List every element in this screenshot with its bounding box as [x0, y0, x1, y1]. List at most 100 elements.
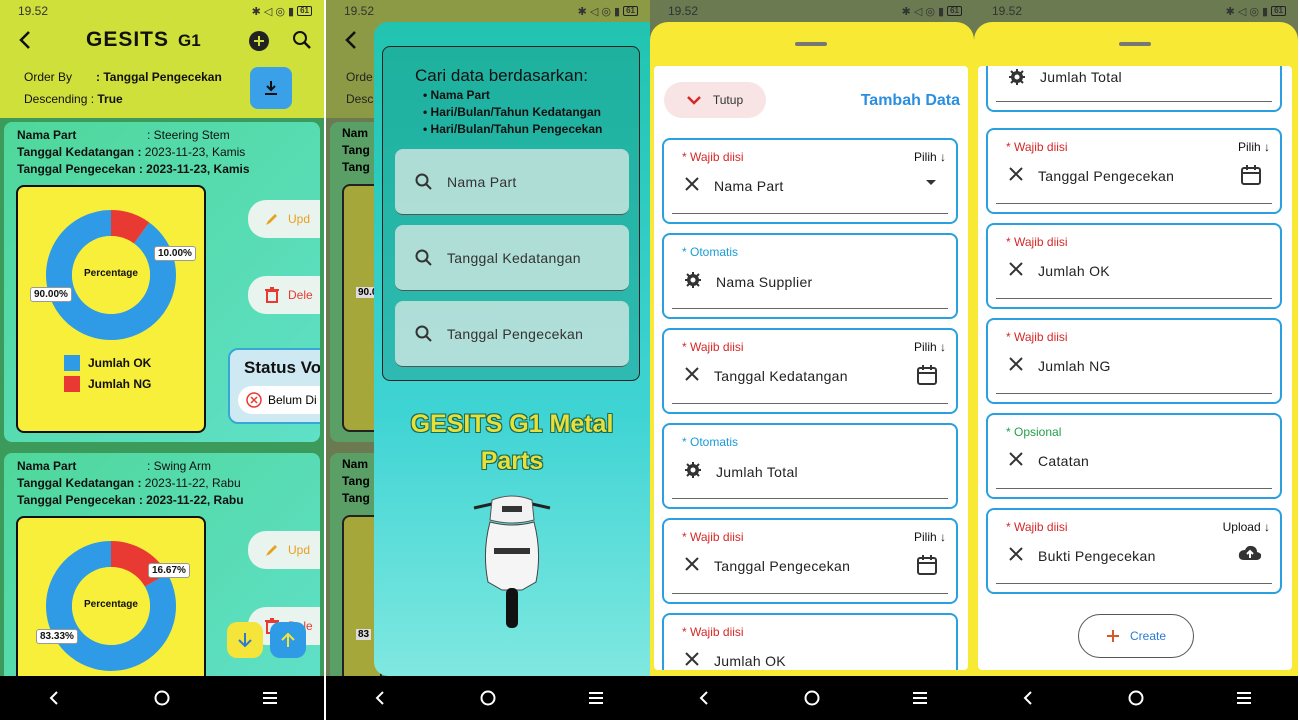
nav-back-button[interactable] [360, 678, 400, 718]
download-button[interactable] [250, 67, 292, 109]
clear-button[interactable] [1008, 451, 1024, 470]
form-field-jumlah-ng[interactable]: * Wajib diisi Jumlah NG [986, 318, 1282, 404]
calendar-icon [917, 555, 937, 575]
filter-panel: Cari data berdasarkan: • Nama Part • Har… [382, 46, 640, 381]
percentage-chart: Percentage 83.33% 16.67% [16, 516, 206, 676]
nav-home-button[interactable] [142, 678, 182, 718]
form-field-tanggal-pengecekan[interactable]: * Wajib diisi Pilih ↓ Tanggal Pengecekan [662, 518, 958, 604]
search-check-input[interactable]: Tanggal Pengecekan [395, 301, 629, 367]
nav-back-button[interactable] [34, 678, 74, 718]
field-label: Jumlah Total [716, 463, 798, 480]
delete-button[interactable]: Dele [248, 276, 320, 314]
brand-title: Parts [480, 447, 544, 475]
ng-swatch [64, 376, 80, 392]
back-button[interactable] [340, 28, 364, 57]
clear-button[interactable] [1008, 166, 1024, 185]
trash-icon [265, 287, 279, 303]
calendar-icon [917, 365, 937, 385]
circle-home-icon [154, 690, 170, 706]
form-field-jumlah-ok[interactable]: * Wajib diisi Jumlah OK [986, 223, 1282, 309]
field-label: Catatan [1038, 452, 1090, 469]
update-button[interactable]: Upd [248, 200, 320, 238]
field-trailing-button[interactable] [1238, 544, 1262, 567]
scroll-down-button[interactable] [227, 622, 263, 658]
close-button[interactable]: Tutup [664, 82, 766, 118]
status-chip: Belum Di [238, 386, 320, 414]
part-card[interactable]: Nama Part: Steering Stem Tanggal Kedatan… [4, 122, 320, 442]
dimmed-text: Orde [346, 70, 373, 84]
arrival-label: Tanggal Kedatangan : [17, 145, 142, 159]
close-icon [1009, 357, 1023, 371]
add-button[interactable] [249, 31, 269, 51]
nav-back-button[interactable] [684, 678, 724, 718]
form-field-tanggal-pengecekan[interactable]: * Wajib diisi Pilih ↓ Tanggal Pengecekan [986, 128, 1282, 214]
clear-button[interactable] [1008, 261, 1024, 280]
form-field-nama-part[interactable]: * Wajib diisi Pilih ↓ Nama Part [662, 138, 958, 224]
search-button[interactable] [292, 30, 312, 55]
field-action-label[interactable]: Pilih ↓ [914, 150, 946, 164]
clear-button[interactable] [684, 176, 700, 195]
nav-back-button[interactable] [1008, 678, 1048, 718]
chevron-left-icon [49, 691, 58, 705]
plus-icon [1106, 630, 1119, 642]
field-trailing-button[interactable] [1240, 164, 1262, 191]
field-action-label[interactable]: Pilih ↓ [914, 340, 946, 354]
app-subtitle: G1 [178, 31, 201, 50]
nav-home-button[interactable] [792, 678, 832, 718]
arrow-down-icon [238, 633, 252, 648]
form-field-tanggal-kedatangan[interactable]: * Wajib diisi Pilih ↓ Tanggal Kedatangan [662, 328, 958, 414]
field-requirement-tag: * Wajib diisi [1006, 140, 1068, 154]
clear-button[interactable] [1008, 356, 1024, 375]
auto-icon [684, 461, 702, 482]
chevron-left-icon [375, 691, 384, 705]
update-button[interactable]: Upd [248, 531, 320, 569]
menu-icon [589, 692, 603, 704]
scroll-up-button[interactable] [270, 622, 306, 658]
field-label: Bukti Pengecekan [1038, 547, 1156, 564]
clear-button[interactable] [684, 651, 700, 670]
search-part-input[interactable]: Nama Part [395, 149, 629, 215]
form-field-jumlah-total[interactable]: * Otomatis Jumlah Total [662, 423, 958, 509]
form-field-catatan[interactable]: * Opsional Catatan [986, 413, 1282, 499]
nav-recents-button[interactable] [900, 678, 940, 718]
drag-handle[interactable] [1119, 42, 1151, 46]
circle-home-icon [1128, 690, 1144, 706]
close-icon [1009, 452, 1023, 466]
back-button[interactable] [14, 28, 38, 52]
order-by-row: Order By: Tanggal Pengecekan [24, 70, 222, 84]
field-action-label[interactable]: Upload ↓ [1223, 520, 1270, 534]
nav-home-button[interactable] [1116, 678, 1156, 718]
nav-home-button[interactable] [468, 678, 508, 718]
arrow-left-icon [345, 31, 356, 49]
clear-button[interactable] [684, 366, 700, 385]
clear-button[interactable] [1008, 546, 1024, 565]
drag-handle[interactable] [795, 42, 827, 46]
nav-recents-button[interactable] [576, 678, 616, 718]
field-trailing-button[interactable] [916, 554, 938, 581]
dropdown-arrow-icon [926, 180, 936, 185]
nav-recents-button[interactable] [250, 678, 290, 718]
search-arrival-input[interactable]: Tanggal Kedatangan [395, 225, 629, 291]
form-field-bukti-pengecekan[interactable]: * Wajib diisi Upload ↓ Bukti Pengecekan [986, 508, 1282, 594]
field-underline [672, 593, 948, 594]
field-action-label[interactable]: Pilih ↓ [1238, 140, 1270, 154]
nav-recents-button[interactable] [1224, 678, 1264, 718]
field-requirement-tag: * Wajib diisi [1006, 330, 1068, 344]
field-underline [996, 298, 1272, 299]
list-screen: 19.52 ✱ ◁ ◎ ▮ 61 GESITS G1 Order By: Tan… [0, 0, 324, 720]
battery-icon: 61 [1271, 6, 1286, 16]
clear-button[interactable] [684, 556, 700, 575]
part-value: : Swing Arm [147, 459, 212, 473]
field-action-label[interactable]: Pilih ↓ [914, 530, 946, 544]
create-button[interactable]: Create [1078, 614, 1194, 658]
field-trailing-button[interactable] [924, 174, 938, 192]
form-field-nama-supplier[interactable]: * Otomatis Nama Supplier [662, 233, 958, 319]
field-requirement-tag: * Otomatis [682, 245, 739, 259]
form-field-jumlah-ok[interactable]: * Wajib diisi Jumlah OK [662, 613, 958, 670]
clock: 19.52 [668, 4, 699, 18]
donut-chart [46, 210, 176, 340]
field-trailing-button[interactable] [916, 364, 938, 391]
close-icon [1009, 167, 1023, 181]
plus-icon [254, 36, 264, 46]
field-underline [996, 393, 1272, 394]
